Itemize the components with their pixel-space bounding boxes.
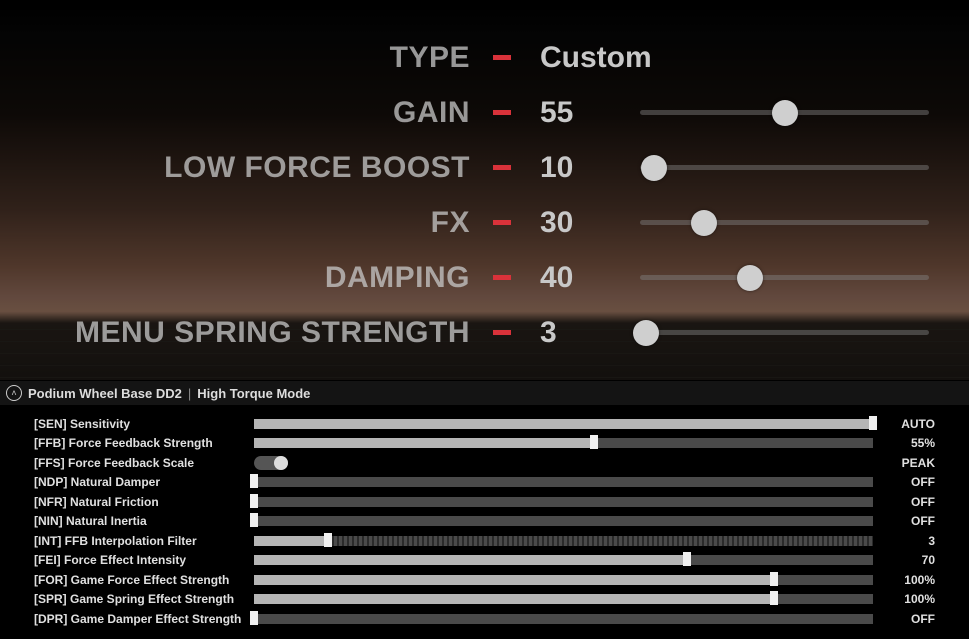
setting-value: 55	[540, 96, 640, 130]
separator: |	[188, 386, 191, 401]
param-row: [INT] FFB Interpolation Filter 3	[34, 531, 935, 551]
setting-label: GAIN	[30, 96, 470, 130]
param-row: [FFB] Force Feedback Strength 55%	[34, 434, 935, 454]
param-slider[interactable]	[254, 418, 873, 430]
param-value: OFF	[873, 612, 935, 626]
collapse-icon[interactable]: ˄	[6, 385, 22, 401]
dash-icon	[482, 110, 522, 115]
param-label: [FOR] Game Force Effect Strength	[34, 573, 254, 587]
param-label: [NIN] Natural Inertia	[34, 514, 254, 528]
slider-handle[interactable]	[869, 416, 877, 430]
param-value: 100%	[873, 573, 935, 587]
setting-value: 40	[540, 261, 640, 295]
param-row: [FFS] Force Feedback Scale PEAK	[34, 453, 935, 473]
param-slider[interactable]	[254, 496, 873, 508]
param-row: [SEN] Sensitivity AUTO	[34, 414, 935, 434]
setting-value: Custom	[540, 41, 640, 75]
setting-slider[interactable]	[640, 264, 929, 292]
param-label: [FFS] Force Feedback Scale	[34, 456, 254, 470]
param-value: 55%	[873, 436, 935, 450]
setting-label: MENU SPRING STRENGTH	[30, 316, 470, 350]
param-value: 70	[873, 553, 935, 567]
param-row: [FEI] Force Effect Intensity 70	[34, 551, 935, 571]
setting-label: TYPE	[30, 41, 470, 75]
param-row: [NDP] Natural Damper OFF	[34, 473, 935, 493]
param-slider[interactable]	[254, 613, 873, 625]
setting-label: FX	[30, 206, 470, 240]
param-slider[interactable]	[254, 593, 873, 605]
param-value: OFF	[873, 495, 935, 509]
param-value: OFF	[873, 475, 935, 489]
wheelbase-params: [SEN] Sensitivity AUTO [FFB] Force Feedbac…	[0, 406, 969, 639]
dash-icon	[482, 165, 522, 170]
setting-slider[interactable]	[640, 209, 929, 237]
setting-label: DAMPING	[30, 261, 470, 295]
setting-value: 10	[540, 151, 640, 185]
param-row: [FOR] Game Force Effect Strength 100%	[34, 570, 935, 590]
param-label: [SPR] Game Spring Effect Strength	[34, 592, 254, 606]
dash-icon	[482, 275, 522, 280]
param-label: [NDP] Natural Damper	[34, 475, 254, 489]
top-ffb-settings: TYPE Custom GAIN 55 LOW FORCE BOOST 10 FX 30 DAM…	[0, 0, 969, 380]
slider-handle[interactable]	[770, 591, 778, 605]
slider-knob[interactable]	[772, 100, 798, 126]
slider-handle[interactable]	[770, 572, 778, 586]
param-label: [NFR] Natural Friction	[34, 495, 254, 509]
setting-label: LOW FORCE BOOST	[30, 151, 470, 185]
slider-handle[interactable]	[590, 435, 598, 449]
slider-knob[interactable]	[691, 210, 717, 236]
param-row: [NIN] Natural Inertia OFF	[34, 512, 935, 532]
wheelbase-mode: High Torque Mode	[197, 386, 310, 401]
wheelbase-name: Podium Wheel Base DD2	[28, 386, 182, 401]
setting-row-fx: FX 30	[30, 195, 929, 250]
wheelbase-panel-header: ˄ Podium Wheel Base DD2 | High Torque Mo…	[0, 380, 969, 406]
dash-icon	[482, 55, 522, 60]
slider-knob[interactable]	[633, 320, 659, 346]
param-value: AUTO	[873, 417, 935, 431]
param-slider[interactable]	[254, 515, 873, 527]
param-value: PEAK	[873, 456, 935, 470]
setting-row-low-force-boost: LOW FORCE BOOST 10	[30, 140, 929, 195]
setting-slider[interactable]	[640, 154, 929, 182]
param-row: [DPR] Game Damper Effect Strength OFF	[34, 609, 935, 629]
param-slider[interactable]	[254, 554, 873, 566]
setting-value: 3	[540, 316, 640, 350]
param-slider[interactable]	[254, 535, 873, 547]
setting-value: 30	[540, 206, 640, 240]
param-value: 100%	[873, 592, 935, 606]
slider-knob[interactable]	[737, 265, 763, 291]
param-label: [DPR] Game Damper Effect Strength	[34, 612, 254, 626]
param-label: [SEN] Sensitivity	[34, 417, 254, 431]
dash-icon	[482, 220, 522, 225]
param-value: 3	[873, 534, 935, 548]
param-row: [NFR] Natural Friction OFF	[34, 492, 935, 512]
slider-handle[interactable]	[250, 611, 258, 625]
setting-slider	[640, 44, 929, 72]
slider-handle[interactable]	[250, 474, 258, 488]
setting-slider[interactable]	[640, 319, 929, 347]
param-label: [FEI] Force Effect Intensity	[34, 553, 254, 567]
slider-knob[interactable]	[641, 155, 667, 181]
slider-handle[interactable]	[324, 533, 332, 547]
setting-row-menu-spring-strength: MENU SPRING STRENGTH 3	[30, 305, 929, 360]
param-slider[interactable]	[254, 574, 873, 586]
param-toggle[interactable]	[254, 457, 873, 469]
setting-row-damping: DAMPING 40	[30, 250, 929, 305]
param-slider[interactable]	[254, 437, 873, 449]
param-value: OFF	[873, 514, 935, 528]
param-label: [FFB] Force Feedback Strength	[34, 436, 254, 450]
param-row: [SPR] Game Spring Effect Strength 100%	[34, 590, 935, 610]
slider-handle[interactable]	[683, 552, 691, 566]
setting-slider[interactable]	[640, 99, 929, 127]
dash-icon	[482, 330, 522, 335]
setting-row-type: TYPE Custom	[30, 30, 929, 85]
setting-row-gain: GAIN 55	[30, 85, 929, 140]
param-label: [INT] FFB Interpolation Filter	[34, 534, 254, 548]
slider-handle[interactable]	[250, 494, 258, 508]
slider-handle[interactable]	[250, 513, 258, 527]
param-slider[interactable]	[254, 476, 873, 488]
